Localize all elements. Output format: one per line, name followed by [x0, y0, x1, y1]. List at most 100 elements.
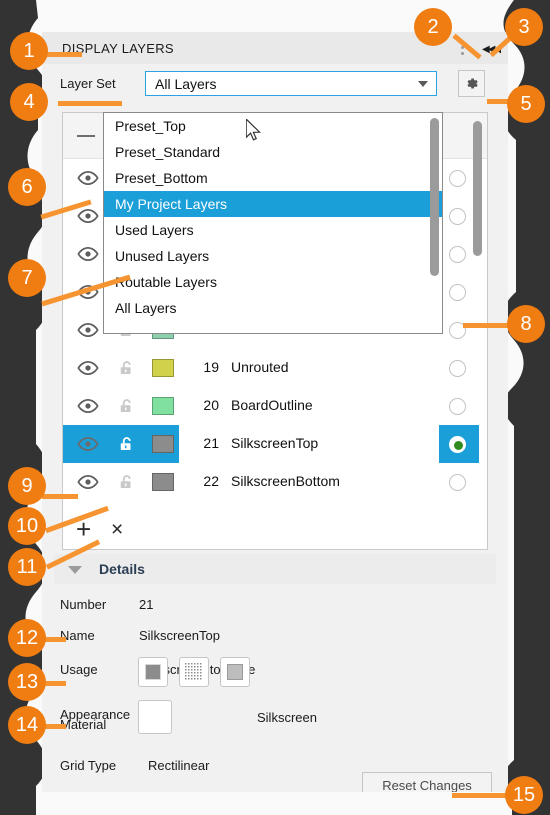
- active-layer-cell[interactable]: [439, 273, 479, 311]
- eye-icon[interactable]: [77, 323, 99, 337]
- layer-name: Unrouted: [231, 359, 289, 375]
- dropdown-option[interactable]: My Project Layers: [104, 191, 442, 217]
- dropdown-scrollbar[interactable]: [430, 118, 439, 276]
- table-row[interactable]: 20 BoardOutline: [63, 387, 487, 425]
- active-layer-cell[interactable]: [439, 349, 479, 387]
- material-value: Silkscreen: [257, 710, 317, 725]
- radio-button-icon[interactable]: [449, 246, 466, 263]
- gear-icon: [467, 78, 478, 89]
- eye-icon[interactable]: [77, 475, 99, 489]
- layer-color-swatch[interactable]: [152, 359, 174, 377]
- dropdown-option[interactable]: Preset_Standard: [104, 139, 442, 165]
- layer-number: 22: [203, 473, 219, 489]
- callout-badge-6: 6: [8, 168, 46, 206]
- layer-set-value: All Layers: [155, 76, 217, 92]
- eye-icon[interactable]: [77, 247, 99, 261]
- eye-icon[interactable]: [77, 209, 99, 223]
- grid-type-label: Grid Type: [60, 758, 117, 773]
- layer-set-dropdown[interactable]: Preset_Top Preset_Standard Preset_Bottom My…: [103, 112, 443, 334]
- layer-set-row: Layer Set All Layers: [42, 64, 508, 104]
- details-header[interactable]: Details: [54, 554, 496, 584]
- callout-badge-13: 13: [8, 663, 46, 701]
- detail-value-name: SilkscreenTop: [139, 628, 220, 643]
- detail-label-usage: Usage: [60, 662, 98, 677]
- callout-badge-1: 1: [10, 32, 48, 70]
- callout-badge-9: 9: [8, 467, 46, 505]
- dropdown-option[interactable]: Unused Layers: [104, 243, 442, 269]
- unlock-icon[interactable]: [117, 397, 135, 415]
- unlock-icon[interactable]: [117, 473, 135, 491]
- layer-set-combobox[interactable]: All Layers: [145, 71, 437, 96]
- leader-line: [58, 101, 122, 106]
- details-title: Details: [99, 561, 145, 577]
- leader-line: [463, 323, 509, 328]
- chevron-down-icon[interactable]: [418, 81, 428, 87]
- callout-badge-15: 15: [505, 776, 543, 814]
- dropdown-option[interactable]: Preset_Bottom: [104, 165, 442, 191]
- eye-icon[interactable]: [77, 171, 99, 185]
- layer-name: SilkscreenBottom: [231, 473, 340, 489]
- leader-line: [42, 52, 82, 57]
- unlock-icon[interactable]: [117, 359, 135, 377]
- material-label: Material: [60, 717, 107, 732]
- callout-badge-14: 14: [8, 706, 46, 744]
- radio-button-icon[interactable]: [449, 360, 466, 377]
- radio-button-icon[interactable]: [449, 208, 466, 225]
- callout-badge-10: 10: [8, 507, 46, 545]
- callout-badge-2: 2: [414, 8, 452, 46]
- callout-badge-12: 12: [8, 619, 46, 657]
- grid-type-value: Rectilinear: [148, 758, 210, 773]
- layer-number: 20: [203, 397, 219, 413]
- eye-icon[interactable]: [77, 399, 99, 413]
- leader-line: [452, 793, 510, 798]
- dropdown-option[interactable]: Used Layers: [104, 217, 442, 243]
- add-layer-button[interactable]: +: [76, 516, 91, 542]
- layer-set-settings-button[interactable]: [458, 70, 485, 97]
- radio-button-icon[interactable]: [449, 170, 466, 187]
- radio-button-icon[interactable]: [449, 284, 466, 301]
- layer-name: SilkscreenTop: [231, 435, 319, 451]
- layer-list-scrollbar[interactable]: [473, 121, 482, 256]
- detail-value-number: 21: [139, 597, 154, 612]
- material-swatch-button[interactable]: [138, 700, 172, 734]
- eye-icon[interactable]: [77, 361, 99, 375]
- layer-number: 21: [203, 435, 219, 451]
- dropdown-option[interactable]: Routable Layers: [104, 269, 442, 295]
- radio-button-icon[interactable]: [449, 436, 466, 453]
- dropdown-option[interactable]: Preset_Top: [104, 113, 442, 139]
- dropdown-option[interactable]: All Layers: [104, 295, 442, 321]
- table-row[interactable]: 21 SilkscreenTop: [63, 425, 487, 463]
- table-row[interactable]: 22 SilkscreenBottom: [63, 463, 487, 501]
- appearance-outline-button[interactable]: [220, 657, 250, 687]
- triangle-down-icon[interactable]: [68, 566, 82, 574]
- unlock-icon[interactable]: [117, 435, 135, 453]
- layer-color-swatch[interactable]: [152, 435, 174, 453]
- layer-color-swatch[interactable]: [152, 397, 174, 415]
- remove-layer-button[interactable]: ×: [111, 519, 123, 540]
- dotted-pattern-icon: [185, 663, 203, 681]
- layer-color-swatch[interactable]: [152, 473, 174, 491]
- callout-badge-4: 4: [10, 83, 48, 121]
- appearance-pattern-button[interactable]: [179, 657, 209, 687]
- callout-badge-5: 5: [507, 85, 545, 123]
- callout-badge-3: 3: [505, 8, 543, 46]
- mouse-cursor-icon: [246, 119, 261, 141]
- active-layer-cell[interactable]: [439, 311, 479, 349]
- radio-button-icon[interactable]: [449, 474, 466, 491]
- active-layer-cell[interactable]: [439, 425, 479, 463]
- layer-set-label: Layer Set: [60, 76, 116, 91]
- solid-fill-icon: [145, 664, 161, 680]
- callout-badge-11: 11: [8, 548, 46, 586]
- active-layer-cell[interactable]: [439, 387, 479, 425]
- detail-label-number: Number: [60, 597, 107, 612]
- radio-button-icon[interactable]: [449, 398, 466, 415]
- active-layer-cell[interactable]: [439, 463, 479, 501]
- layer-name: BoardOutline: [231, 397, 313, 413]
- table-row[interactable]: 19 Unrouted: [63, 349, 487, 387]
- reset-changes-button[interactable]: Reset Changes: [362, 772, 492, 792]
- callout-badge-8: 8: [507, 305, 545, 343]
- appearance-solid-fill-button[interactable]: [138, 657, 168, 687]
- layer-number: 19: [203, 359, 219, 375]
- callout-badge-7: 7: [8, 259, 46, 297]
- eye-icon[interactable]: [77, 437, 99, 451]
